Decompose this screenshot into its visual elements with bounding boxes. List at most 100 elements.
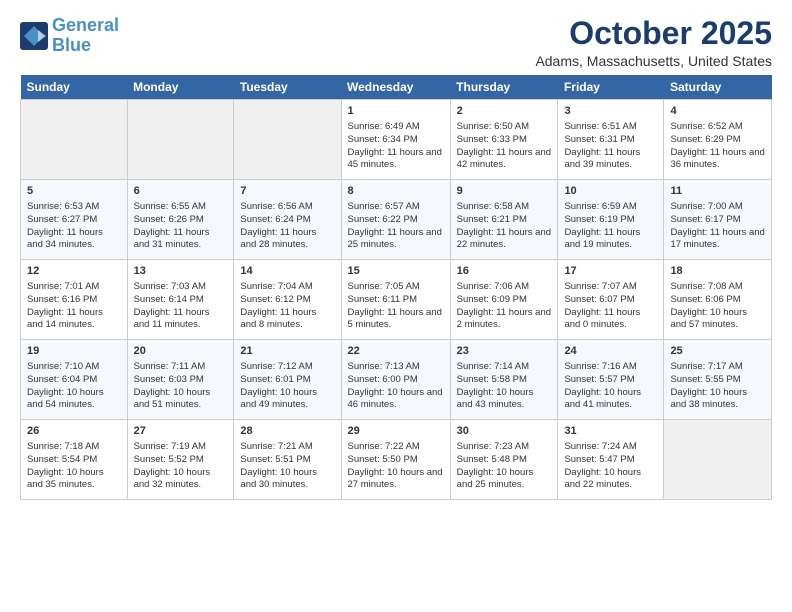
day-info: Sunrise: 7:23 AM Sunset: 5:48 PM Dayligh… [457,441,552,492]
calendar-week-1: 1 Sunrise: 6:49 AM Sunset: 6:34 PM Daylig… [21,100,772,180]
day-info: Sunrise: 7:05 AM Sunset: 6:11 PM Dayligh… [348,281,444,332]
col-wednesday: Wednesday [341,75,450,100]
day-number: 28 [240,424,334,439]
day-info: Sunrise: 7:08 AM Sunset: 6:06 PM Dayligh… [670,281,765,332]
col-monday: Monday [127,75,234,100]
calendar-cell: 5 Sunrise: 6:53 AM Sunset: 6:27 PM Daylig… [21,180,128,260]
day-info: Sunrise: 7:18 AM Sunset: 5:54 PM Dayligh… [27,441,121,492]
calendar-cell: 31 Sunrise: 7:24 AM Sunset: 5:47 PM Dayli… [558,420,664,500]
day-number: 3 [564,104,657,119]
calendar-cell: 18 Sunrise: 7:08 AM Sunset: 6:06 PM Dayli… [664,260,772,340]
day-info: Sunrise: 7:00 AM Sunset: 6:17 PM Dayligh… [670,201,765,252]
day-info: Sunrise: 7:06 AM Sunset: 6:09 PM Dayligh… [457,281,552,332]
day-number: 12 [27,264,121,279]
day-number: 1 [348,104,444,119]
day-number: 9 [457,184,552,199]
day-info: Sunrise: 6:52 AM Sunset: 6:29 PM Dayligh… [670,121,765,172]
calendar-cell: 17 Sunrise: 7:07 AM Sunset: 6:07 PM Dayli… [558,260,664,340]
day-number: 17 [564,264,657,279]
calendar-week-5: 26Sunrise: 7:18 AM Sunset: 5:54 PM Dayli… [21,420,772,500]
day-info: Sunrise: 7:04 AM Sunset: 6:12 PM Dayligh… [240,281,334,332]
day-number: 29 [348,424,444,439]
day-info: Sunrise: 7:01 AM Sunset: 6:16 PM Dayligh… [27,281,121,332]
day-number: 8 [348,184,444,199]
calendar-cell: 11 Sunrise: 7:00 AM Sunset: 6:17 PM Dayli… [664,180,772,260]
calendar-week-2: 5 Sunrise: 6:53 AM Sunset: 6:27 PM Daylig… [21,180,772,260]
calendar-table: Sunday Monday Tuesday Wednesday Thursday… [20,75,772,500]
calendar-cell [127,100,234,180]
col-friday: Friday [558,75,664,100]
day-info: Sunrise: 7:10 AM Sunset: 6:04 PM Dayligh… [27,361,121,412]
day-number: 6 [134,184,228,199]
calendar-cell: 15Sunrise: 7:05 AM Sunset: 6:11 PM Dayli… [341,260,450,340]
day-info: Sunrise: 6:53 AM Sunset: 6:27 PM Dayligh… [27,201,121,252]
calendar-cell: 6 Sunrise: 6:55 AM Sunset: 6:26 PM Daylig… [127,180,234,260]
col-saturday: Saturday [664,75,772,100]
day-info: Sunrise: 7:21 AM Sunset: 5:51 PM Dayligh… [240,441,334,492]
day-info: Sunrise: 7:03 AM Sunset: 6:14 PM Dayligh… [134,281,228,332]
day-number: 18 [670,264,765,279]
day-number: 30 [457,424,552,439]
calendar-cell: 29 Sunrise: 7:22 AM Sunset: 5:50 PM Dayli… [341,420,450,500]
day-number: 2 [457,104,552,119]
calendar-cell: 24 Sunrise: 7:16 AM Sunset: 5:57 PM Dayli… [558,340,664,420]
day-number: 16 [457,264,552,279]
logo-text: General Blue [52,16,119,56]
calendar-cell: 4 Sunrise: 6:52 AM Sunset: 6:29 PM Daylig… [664,100,772,180]
day-number: 21 [240,344,334,359]
day-number: 4 [670,104,765,119]
day-info: Sunrise: 7:07 AM Sunset: 6:07 PM Dayligh… [564,281,657,332]
day-info: Sunrise: 7:22 AM Sunset: 5:50 PM Dayligh… [348,441,444,492]
day-info: Sunrise: 6:49 AM Sunset: 6:34 PM Dayligh… [348,121,444,172]
day-info: Sunrise: 7:16 AM Sunset: 5:57 PM Dayligh… [564,361,657,412]
calendar-cell: 1 Sunrise: 6:49 AM Sunset: 6:34 PM Daylig… [341,100,450,180]
col-tuesday: Tuesday [234,75,341,100]
day-info: Sunrise: 7:13 AM Sunset: 6:00 PM Dayligh… [348,361,444,412]
calendar-week-4: 19 Sunrise: 7:10 AM Sunset: 6:04 PM Dayli… [21,340,772,420]
day-number: 11 [670,184,765,199]
calendar-cell: 28 Sunrise: 7:21 AM Sunset: 5:51 PM Dayli… [234,420,341,500]
calendar-cell: 30 Sunrise: 7:23 AM Sunset: 5:48 PM Dayli… [450,420,558,500]
day-info: Sunrise: 6:56 AM Sunset: 6:24 PM Dayligh… [240,201,334,252]
calendar-cell: 9 Sunrise: 6:58 AM Sunset: 6:21 PM Daylig… [450,180,558,260]
day-number: 7 [240,184,334,199]
day-info: Sunrise: 7:24 AM Sunset: 5:47 PM Dayligh… [564,441,657,492]
day-number: 24 [564,344,657,359]
header: General Blue October 2025 Adams, Massach… [20,16,772,69]
day-info: Sunrise: 6:55 AM Sunset: 6:26 PM Dayligh… [134,201,228,252]
day-number: 31 [564,424,657,439]
calendar-cell: 25 Sunrise: 7:17 AM Sunset: 5:55 PM Dayli… [664,340,772,420]
page-container: General Blue October 2025 Adams, Massach… [0,0,792,510]
day-info: Sunrise: 7:11 AM Sunset: 6:03 PM Dayligh… [134,361,228,412]
day-number: 22 [348,344,444,359]
day-number: 19 [27,344,121,359]
day-number: 5 [27,184,121,199]
calendar-cell: 7 Sunrise: 6:56 AM Sunset: 6:24 PM Daylig… [234,180,341,260]
calendar-cell: 8 Sunrise: 6:57 AM Sunset: 6:22 PM Daylig… [341,180,450,260]
day-number: 27 [134,424,228,439]
day-info: Sunrise: 6:58 AM Sunset: 6:21 PM Dayligh… [457,201,552,252]
calendar-cell: 23Sunrise: 7:14 AM Sunset: 5:58 PM Dayli… [450,340,558,420]
day-number: 20 [134,344,228,359]
calendar-cell [234,100,341,180]
col-sunday: Sunday [21,75,128,100]
calendar-cell: 22 Sunrise: 7:13 AM Sunset: 6:00 PM Dayli… [341,340,450,420]
calendar-cell: 21 Sunrise: 7:12 AM Sunset: 6:01 PM Dayli… [234,340,341,420]
day-info: Sunrise: 7:19 AM Sunset: 5:52 PM Dayligh… [134,441,228,492]
day-info: Sunrise: 6:57 AM Sunset: 6:22 PM Dayligh… [348,201,444,252]
calendar-cell: 3 Sunrise: 6:51 AM Sunset: 6:31 PM Daylig… [558,100,664,180]
calendar-cell: 19 Sunrise: 7:10 AM Sunset: 6:04 PM Dayli… [21,340,128,420]
day-info: Sunrise: 7:14 AM Sunset: 5:58 PM Dayligh… [457,361,552,412]
day-info: Sunrise: 7:12 AM Sunset: 6:01 PM Dayligh… [240,361,334,412]
day-info: Sunrise: 7:17 AM Sunset: 5:55 PM Dayligh… [670,361,765,412]
logo: General Blue [20,16,119,56]
day-info: Sunrise: 6:59 AM Sunset: 6:19 PM Dayligh… [564,201,657,252]
calendar-week-3: 12 Sunrise: 7:01 AM Sunset: 6:16 PM Dayli… [21,260,772,340]
month-title: October 2025 [535,16,772,51]
calendar-cell: 27 Sunrise: 7:19 AM Sunset: 5:52 PM Dayli… [127,420,234,500]
day-number: 13 [134,264,228,279]
day-info: Sunrise: 6:51 AM Sunset: 6:31 PM Dayligh… [564,121,657,172]
title-block: October 2025 Adams, Massachusetts, Unite… [535,16,772,69]
calendar-cell: 10Sunrise: 6:59 AM Sunset: 6:19 PM Dayli… [558,180,664,260]
day-number: 25 [670,344,765,359]
